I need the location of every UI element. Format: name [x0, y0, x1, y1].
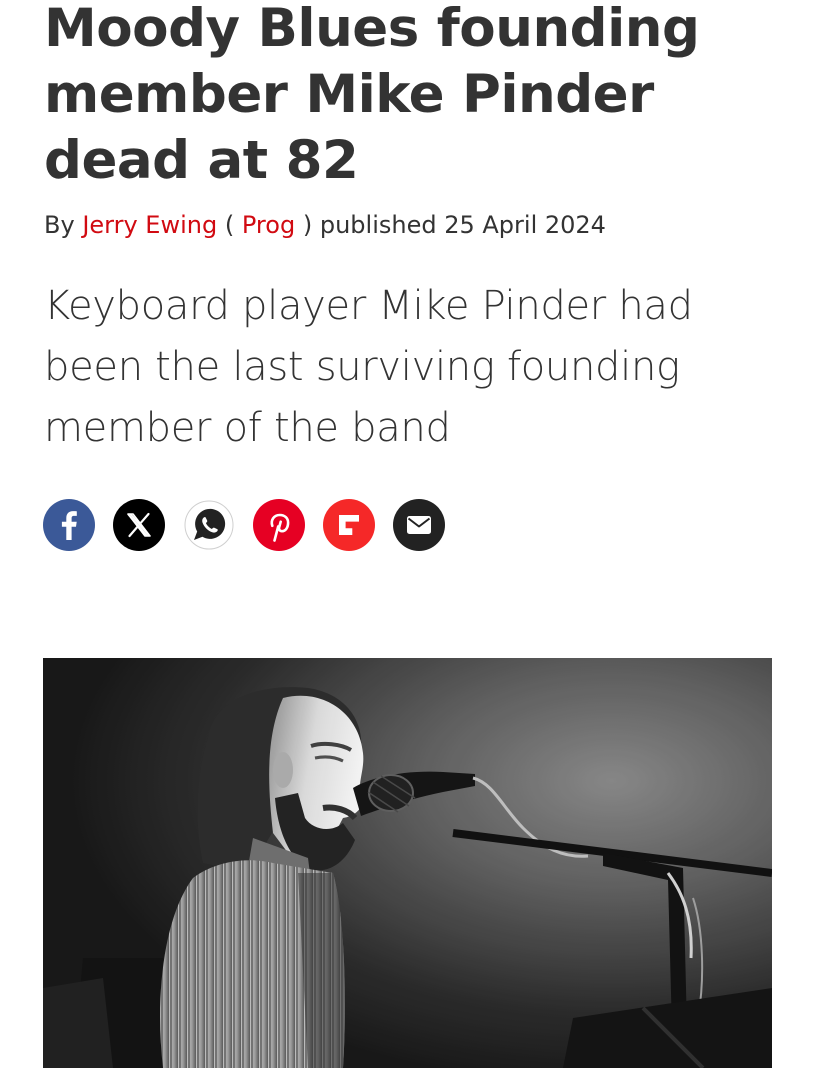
pinterest-share-button[interactable] [253, 499, 305, 551]
byline-open-paren: ( [224, 211, 235, 239]
article-headline: Moody Blues founding member Mike Pinder … [44, 0, 700, 191]
pinterest-icon [270, 513, 290, 542]
whatsapp-icon [184, 500, 234, 550]
article-strapline: Keyboard player Mike Pinder had been the… [44, 283, 693, 451]
facebook-share-button[interactable] [43, 499, 95, 551]
whatsapp-share-button[interactable] [183, 499, 235, 551]
x-icon [127, 512, 151, 538]
email-icon [407, 516, 431, 534]
author-link[interactable]: Jerry Ewing [82, 211, 217, 239]
flipboard-icon [339, 515, 359, 535]
byline-by: By [44, 211, 75, 239]
publication-link[interactable]: Prog [242, 211, 295, 239]
x-share-button[interactable] [113, 499, 165, 551]
share-bar [43, 499, 445, 551]
mike-pinder-photo [43, 658, 772, 1068]
flipboard-share-button[interactable] [323, 499, 375, 551]
byline-close-paren: ) [302, 211, 313, 239]
article-hero-image [43, 658, 772, 1068]
byline: By Jerry Ewing ( Prog ) published 25 Apr… [44, 207, 606, 243]
facebook-icon [61, 511, 77, 540]
published-label: published [319, 211, 437, 239]
publish-date: 25 April 2024 [444, 211, 606, 239]
email-share-button[interactable] [393, 499, 445, 551]
